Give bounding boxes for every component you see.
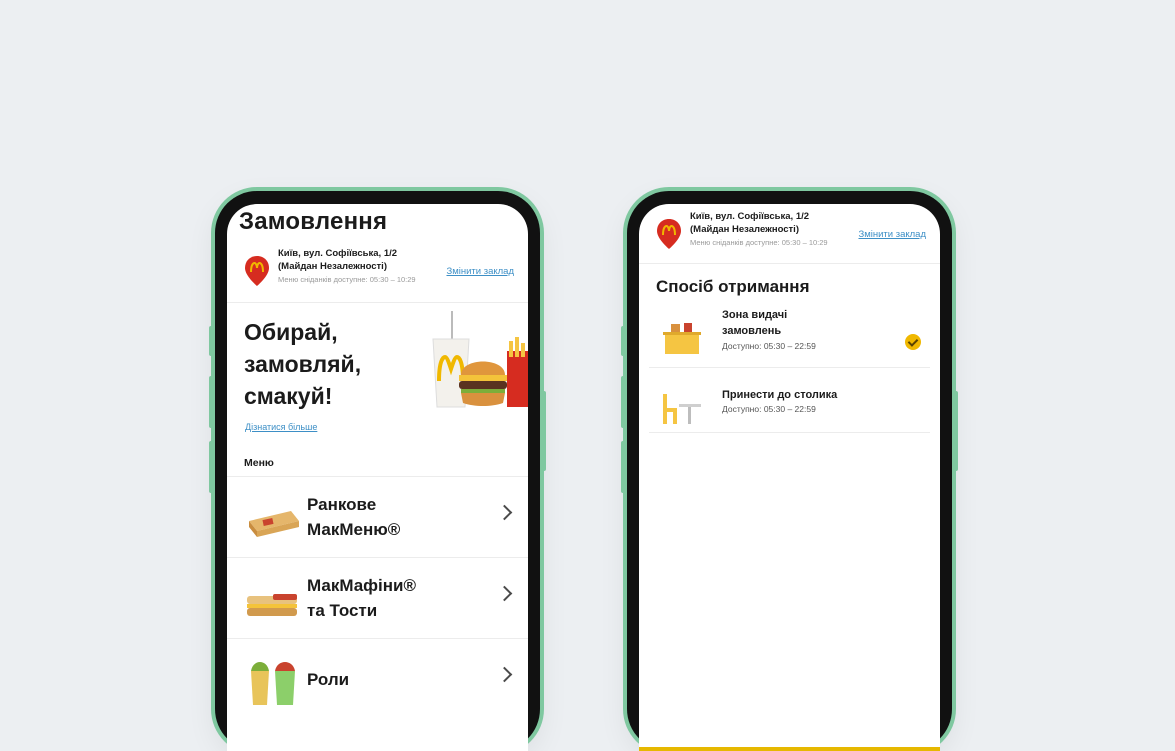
phone-volume-up [209, 376, 213, 428]
divider [227, 302, 528, 303]
menu-item-mcmuffins[interactable]: МакМафіни® та Тости [227, 557, 528, 639]
menu-item-line-1: Ранкове [307, 495, 377, 514]
wraps-icon [251, 662, 295, 705]
muffin-toast-icon [247, 594, 297, 616]
checkmark-icon [905, 334, 921, 350]
change-store-link[interactable]: Змінити заклад [858, 229, 926, 240]
order-screen: Замовлення Київ, вул. Софіївська, 1/2 (М… [227, 204, 528, 751]
chevron-right-icon [496, 585, 513, 602]
change-store-link[interactable]: Змінити заклад [446, 266, 514, 277]
pickup-method-screen: Київ, вул. Софіївська, 1/2 (Майдан Незал… [639, 204, 940, 751]
location-pin-icon [245, 256, 269, 286]
breakfast-sandwich-icon [249, 511, 299, 537]
hero-line-1: Обирай, [244, 319, 338, 345]
phone-volume-down [209, 441, 213, 493]
burger-meal-illustration [432, 311, 528, 408]
menu-section-label: Меню [244, 457, 274, 469]
hero-line-2: замовляй, [244, 351, 362, 377]
store-name: Київ, вул. Софіївська, 1/2 (Майдан Незал… [690, 211, 810, 235]
hero-line-3: смакуй! [244, 383, 333, 409]
menu-item-line-1: МакМафіни® [307, 576, 416, 595]
menu-item-label: Роли [307, 670, 350, 689]
phone-power-button [954, 391, 958, 471]
store-hours-note: Меню сніданків доступне: 05:30 – 10:29 [690, 238, 828, 247]
chevron-right-icon [496, 666, 513, 683]
divider [649, 367, 930, 368]
learn-more-link[interactable]: Дізнатися більше [245, 422, 317, 432]
menu-item-breakfast[interactable]: Ранкове МакМеню® [227, 476, 528, 558]
chevron-right-icon [496, 504, 513, 521]
store-hours-note: Меню сніданків доступне: 05:30 – 10:29 [278, 275, 416, 284]
phone-power-button [542, 391, 546, 471]
divider [649, 432, 930, 433]
option-pickup-zone[interactable]: Зона видачі замовлень Доступно: 05:30 – … [639, 306, 940, 370]
menu-item-line-2: МакМеню® [307, 520, 401, 539]
phone-side-button [209, 326, 213, 356]
option-hours: Доступно: 05:30 – 22:59 [722, 341, 816, 351]
phone-volume-up [621, 376, 625, 428]
pickup-counter-icon [663, 323, 701, 354]
phone-left: Замовлення Київ, вул. Софіївська, 1/2 (М… [209, 191, 546, 751]
store-name: Київ, вул. Софіївська, 1/2 (Майдан Незал… [278, 248, 398, 272]
phone-side-button [621, 326, 625, 356]
hero-headline: Обирай, замовляй, смакуй! [244, 316, 404, 412]
option-name: Зона видачі замовлень [722, 309, 788, 337]
table-service-icon [663, 394, 701, 424]
location-pin-icon [657, 219, 681, 249]
menu-item-label: МакМафіни® та Тости [307, 573, 457, 623]
page-title: Замовлення [239, 208, 388, 235]
divider [639, 263, 940, 264]
store-selector: Київ, вул. Софіївська, 1/2 (Майдан Незал… [656, 206, 930, 266]
section-title: Спосіб отримання [656, 277, 810, 296]
option-name: Принести до столика [722, 389, 838, 401]
menu-item-label: Ранкове МакМеню® [307, 492, 457, 542]
menu-item-wraps[interactable]: Роли [227, 638, 528, 720]
option-hours: Доступно: 05:30 – 22:59 [722, 404, 816, 414]
phone-volume-down [621, 441, 625, 493]
phone-right: Київ, вул. Софіївська, 1/2 (Майдан Незал… [621, 191, 958, 751]
store-selector: Київ, вул. Софіївська, 1/2 (Майдан Незал… [244, 243, 518, 303]
bottom-action-bar[interactable] [639, 747, 940, 751]
menu-item-line-2: та Тости [307, 601, 378, 620]
